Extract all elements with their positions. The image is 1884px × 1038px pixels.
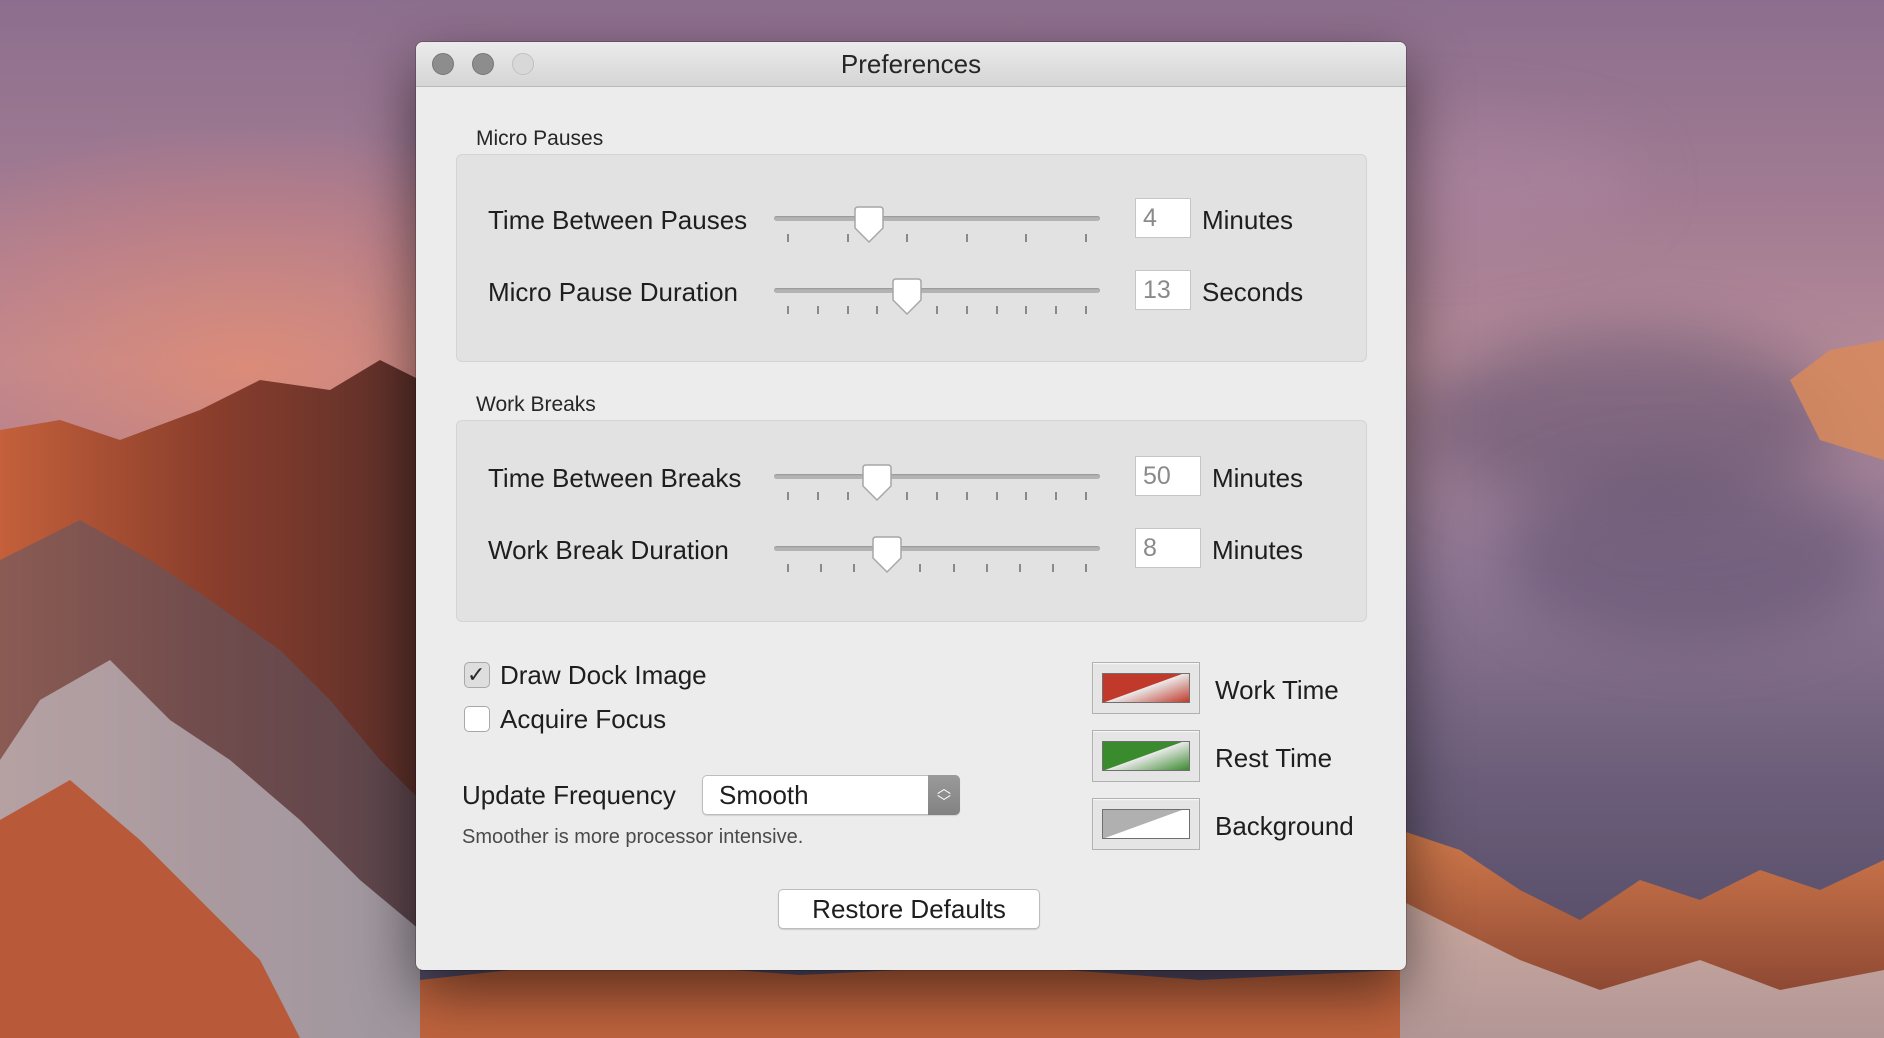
- slider-tick: [787, 306, 789, 314]
- window-title: Preferences: [840, 49, 982, 79]
- work-breaks-group-label: Work Breaks: [476, 393, 596, 416]
- slider-thumb[interactable]: [892, 278, 922, 316]
- slider-tick: [965, 492, 968, 500]
- background-label: Background: [1215, 811, 1354, 841]
- update-frequency-value: Smooth: [719, 780, 809, 810]
- draw-dock-image-checkbox[interactable]: ✓: [464, 662, 490, 688]
- micro-pause-duration-field[interactable]: 13: [1135, 270, 1191, 310]
- update-frequency-label: Update Frequency: [462, 780, 676, 810]
- time-between-pauses-field[interactable]: 4: [1135, 198, 1191, 238]
- slider-tick: [952, 564, 955, 572]
- background-color-well[interactable]: [1092, 798, 1200, 850]
- slider-tick: [936, 492, 938, 500]
- slider-tick: [787, 234, 789, 242]
- slider-tick: [1025, 492, 1028, 500]
- slider-tick: [995, 492, 998, 500]
- rest-time-swatch: [1102, 741, 1190, 771]
- draw-dock-image-label[interactable]: Draw Dock Image: [500, 660, 707, 691]
- slider-tick: [1025, 234, 1028, 242]
- slider-tick: [846, 234, 849, 242]
- slider-tick: [1085, 234, 1087, 242]
- slider-tick: [820, 564, 823, 572]
- slider-tick: [906, 492, 909, 500]
- preferences-window: Preferences Micro Pauses Time Between Pa…: [416, 42, 1406, 970]
- work-break-duration-label: Work Break Duration: [488, 535, 729, 565]
- micro-pause-duration-label: Micro Pause Duration: [488, 277, 738, 307]
- slider-tick: [906, 234, 909, 242]
- slider-tick: [1025, 306, 1028, 314]
- restore-defaults-button[interactable]: Restore Defaults: [778, 889, 1040, 929]
- acquire-focus-checkbox[interactable]: [464, 706, 490, 732]
- micro-pause-duration-slider[interactable]: [774, 278, 1100, 324]
- slider-tick: [846, 492, 849, 500]
- slider-tick: [816, 492, 819, 500]
- slider-tick: [1055, 306, 1058, 314]
- slider-tick: [965, 306, 968, 314]
- update-frequency-select[interactable]: Smooth ︿ ﹀: [702, 775, 960, 815]
- time-between-breaks-unit: Minutes: [1212, 463, 1304, 493]
- work-time-swatch: [1102, 673, 1190, 703]
- work-breaks-group: [456, 420, 1367, 622]
- time-between-pauses-label: Time Between Pauses: [488, 205, 748, 235]
- work-time-color-well[interactable]: [1092, 662, 1200, 714]
- slider-tick: [787, 492, 789, 500]
- slider-tick: [1085, 306, 1087, 314]
- slider-tick: [876, 306, 879, 314]
- window-titlebar[interactable]: Preferences: [416, 42, 1406, 87]
- slider-tick: [1018, 564, 1021, 572]
- rest-time-color-well[interactable]: [1092, 730, 1200, 782]
- work-break-duration-slider[interactable]: [774, 536, 1100, 582]
- slider-tick: [853, 564, 856, 572]
- slider-thumb[interactable]: [854, 206, 885, 244]
- work-break-duration-unit: Minutes: [1212, 535, 1304, 565]
- micro-pause-duration-unit: Seconds: [1202, 277, 1304, 307]
- rest-time-label: Rest Time: [1215, 743, 1333, 773]
- micro-pauses-group-label: Micro Pauses: [476, 127, 604, 150]
- slider-tick: [995, 306, 998, 314]
- slider-thumb[interactable]: [862, 464, 893, 502]
- slider-tick: [816, 306, 819, 314]
- time-between-pauses-unit: Minutes: [1202, 205, 1294, 235]
- work-time-label: Work Time: [1215, 675, 1339, 705]
- acquire-focus-label[interactable]: Acquire Focus: [500, 704, 666, 735]
- slider-tick: [1051, 564, 1054, 572]
- slider-thumb[interactable]: [872, 536, 903, 574]
- slider-tick: [936, 306, 938, 314]
- slider-tick: [1085, 564, 1087, 572]
- slider-tick: [965, 234, 968, 242]
- update-frequency-hint: Smoother is more processor intensive.: [462, 826, 804, 848]
- micro-pauses-group: [456, 154, 1367, 362]
- slider-tick: [919, 564, 922, 572]
- slider-tick: [1055, 492, 1058, 500]
- time-between-breaks-field[interactable]: 50: [1135, 456, 1201, 496]
- checkmark-icon: ✓: [467, 662, 486, 687]
- time-between-pauses-slider[interactable]: [774, 206, 1100, 252]
- time-between-breaks-slider[interactable]: [774, 464, 1100, 510]
- time-between-breaks-label: Time Between Breaks: [488, 463, 742, 493]
- select-stepper-icon[interactable]: ︿ ﹀: [928, 775, 960, 815]
- slider-tick: [1085, 492, 1087, 500]
- slider-tick: [846, 306, 849, 314]
- slider-tick: [985, 564, 988, 572]
- work-break-duration-field[interactable]: 8: [1135, 528, 1201, 568]
- slider-tick: [787, 564, 789, 572]
- background-swatch: [1102, 809, 1190, 839]
